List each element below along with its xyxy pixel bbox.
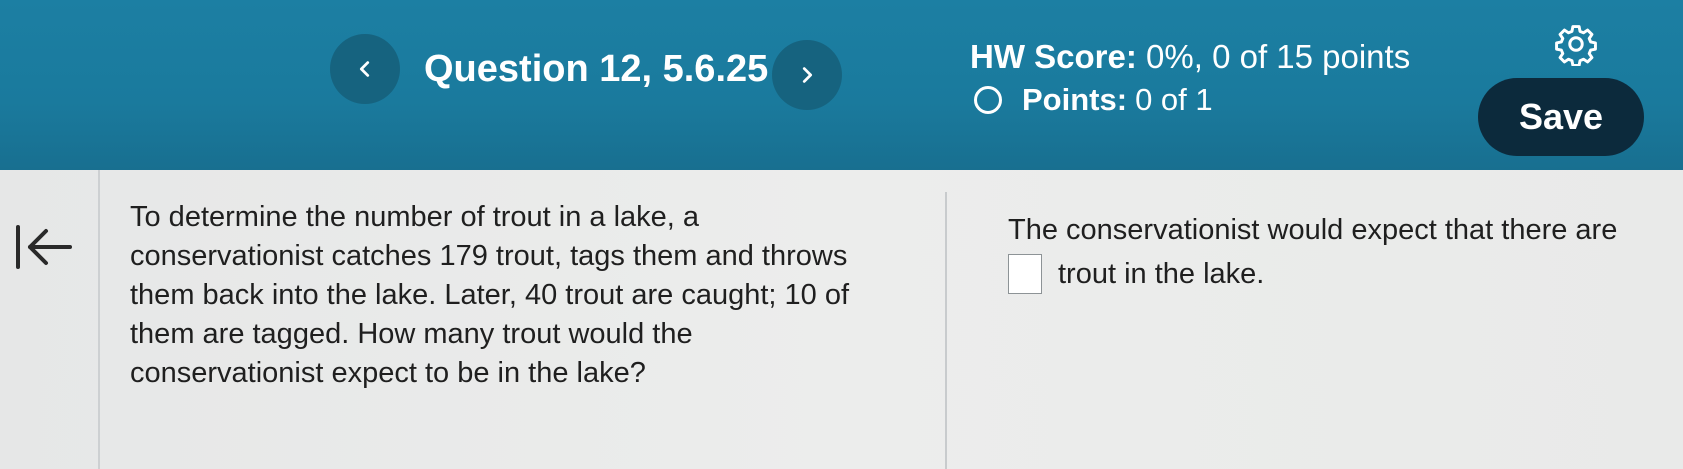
answer-input[interactable] [1008,254,1042,294]
collapse-left-icon[interactable] [12,222,76,272]
hw-score-value: 0%, 0 of 15 points [1146,38,1411,75]
pane-divider [945,192,947,469]
empty-circle-icon [974,86,1002,114]
save-button[interactable]: Save [1478,78,1644,156]
question-title: Question 12, 5.6.25 [424,48,769,90]
points-label: Points: [1022,82,1128,117]
points-status: Points: 0 of 1 [974,78,1213,122]
answer-prefix: The conservationist would expect that th… [1008,214,1618,246]
answer-line: trout in the lake. [1008,254,1648,294]
sidebar-rail [98,170,100,469]
hw-score-label: HW Score: [970,38,1137,75]
answer-suffix: trout in the lake. [1058,258,1265,290]
homework-question-page: Question 12, 5.6.25 HW Score: 0%, 0 of 1… [0,0,1683,469]
gear-icon[interactable] [1554,22,1598,66]
question-text: To determine the number of trout in a la… [130,201,850,389]
answer-area: The conservationist would expect that th… [1008,210,1648,294]
hw-score: HW Score: 0%, 0 of 15 points [970,38,1410,76]
previous-question-button[interactable] [330,34,400,104]
next-question-button[interactable] [772,40,842,110]
chevron-left-icon [359,61,370,77]
chevron-right-icon [802,67,813,83]
points-value: 0 of 1 [1135,82,1213,117]
question-header: Question 12, 5.6.25 HW Score: 0%, 0 of 1… [0,0,1683,170]
